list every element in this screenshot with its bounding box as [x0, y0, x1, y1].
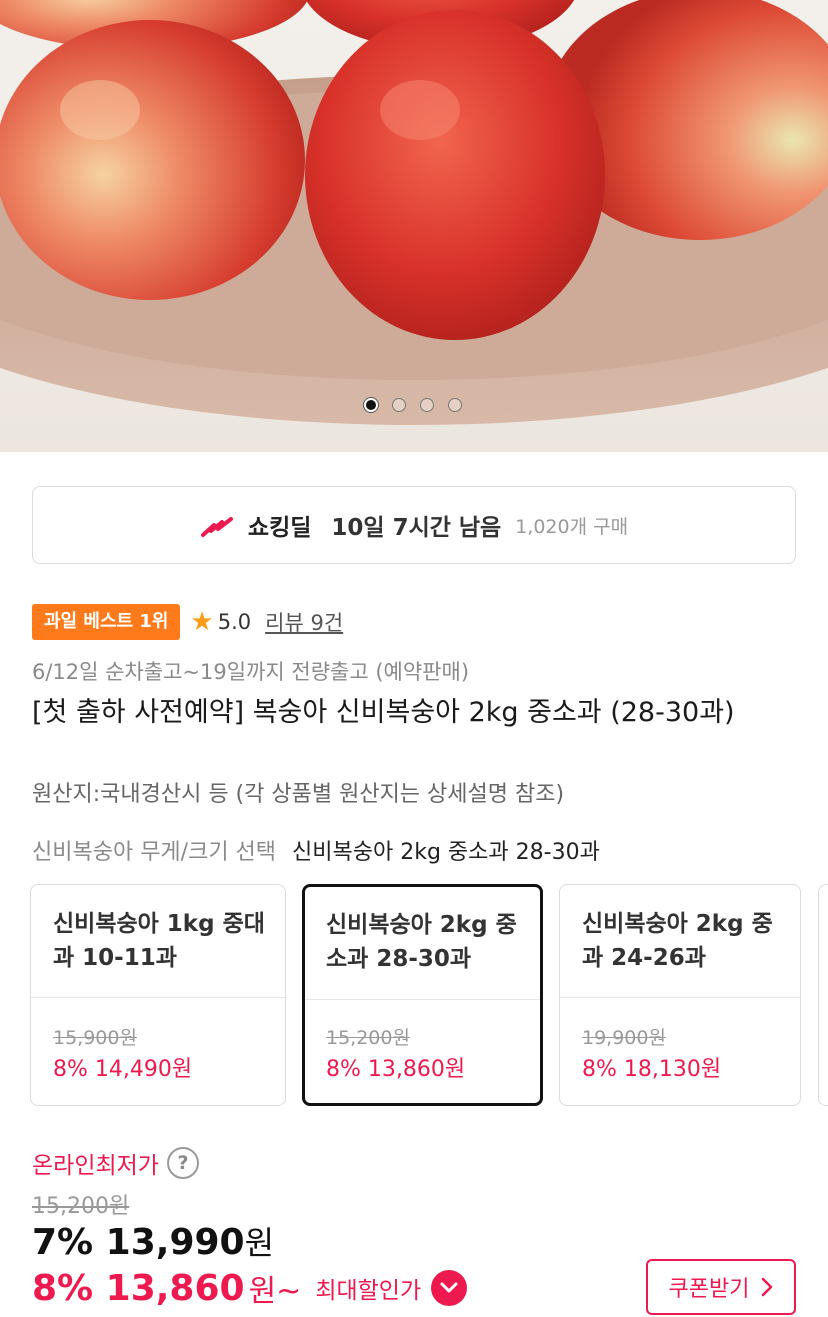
lightning-icon — [200, 517, 233, 537]
carousel-dot-3[interactable] — [420, 398, 434, 412]
product-image-carousel[interactable] — [0, 0, 828, 452]
option-card-sale-price: 8% 13,860원 — [326, 1057, 466, 1082]
chevron-down-icon[interactable] — [431, 1270, 468, 1306]
option-card-name: 신비복숭아 2kg 중과 24-26과 — [582, 911, 773, 971]
chevron-right-icon — [762, 1277, 773, 1297]
carousel-dot-2[interactable] — [392, 398, 406, 412]
badge-rating-row: 과일 베스트 1위 ★ 5.0 리뷰 9건 — [32, 604, 343, 640]
current-rate: 7% — [32, 1222, 94, 1263]
current-amount: 13,990 — [105, 1222, 245, 1263]
shipping-info: 6/12일 순차출고~19일까지 전량출고 (예약판매) — [32, 660, 470, 684]
divider — [305, 999, 540, 1000]
option-card-selected[interactable]: 신비복숭아 2kg 중소과 28-30과 15,200원 8% 13,860원 — [302, 884, 543, 1106]
origin-info: 원산지:국내경산시 등 (각 상품별 원산지는 상세설명 참조) — [32, 782, 565, 807]
max-discount-amount: 8% 13,860 — [32, 1267, 245, 1309]
option-card-name: 신비복숭아 1kg 중대과 10-11과 — [53, 911, 265, 971]
current-unit: 원 — [244, 1224, 275, 1262]
deal-brand: 쇼킹딜 — [247, 515, 312, 541]
option-label: 신비복숭아 무게/크기 선택 — [32, 840, 277, 865]
carousel-dot-4[interactable] — [448, 398, 462, 412]
option-selector: 신비복숭아 무게/크기 선택 신비복숭아 2kg 중소과 28-30과 — [32, 834, 600, 866]
max-discount-label: 최대할인가 — [315, 1278, 422, 1304]
current-price: 7% 13,990원 — [32, 1218, 274, 1264]
best-badge[interactable]: 과일 베스트 1위 — [32, 604, 181, 640]
star-icon: ★ — [190, 607, 214, 637]
product-title: [첫 출하 사전예약] 복숭아 신비복숭아 2kg 중소과 (28-30과) — [32, 697, 735, 728]
review-link[interactable]: 리뷰 9건 — [265, 607, 343, 637]
lowest-price-label: 온라인최저가 — [32, 1153, 159, 1179]
rating-value: 5.0 — [217, 610, 252, 634]
divider — [560, 997, 800, 998]
option-selected-value: 신비복숭아 2kg 중소과 28-30과 — [292, 840, 600, 865]
peach-photo — [0, 0, 828, 425]
divider — [31, 997, 285, 998]
max-discount-unit: 원~ — [248, 1274, 302, 1309]
coupon-button[interactable]: 쿠폰받기 — [646, 1259, 796, 1315]
deal-sold-count: 1,020개 구매 — [515, 515, 629, 538]
option-card-next-peek[interactable] — [818, 884, 828, 1106]
coupon-button-label: 쿠폰받기 — [668, 1277, 750, 1302]
option-card-original-price: 19,900원 — [582, 1027, 666, 1049]
option-card-name: 신비복숭아 2kg 중소과 28-30과 — [326, 912, 517, 972]
option-card[interactable]: 신비복숭아 2kg 중과 24-26과 19,900원 8% 18,130원 — [559, 884, 801, 1106]
deal-time-remaining: 10일 7시간 남음 — [331, 515, 502, 541]
option-card-sale-price: 8% 14,490원 — [53, 1057, 193, 1082]
lowest-price-row: 온라인최저가 ? — [32, 1146, 199, 1180]
option-card-original-price: 15,900원 — [53, 1027, 137, 1049]
shocking-deal-banner[interactable]: 쇼킹딜 10일 7시간 남음 1,020개 구매 — [32, 486, 796, 564]
help-icon[interactable]: ? — [166, 1147, 199, 1179]
carousel-dot-1[interactable] — [364, 398, 378, 412]
original-price: 15,200원 — [32, 1194, 130, 1219]
carousel-dots[interactable] — [364, 398, 462, 412]
option-card-sale-price: 8% 18,130원 — [582, 1057, 722, 1082]
option-card[interactable]: 신비복숭아 1kg 중대과 10-11과 15,900원 8% 14,490원 — [30, 884, 286, 1106]
option-card-original-price: 15,200원 — [326, 1027, 410, 1049]
max-discount-price[interactable]: 8% 13,860 원~ 최대할인가 — [32, 1266, 468, 1310]
